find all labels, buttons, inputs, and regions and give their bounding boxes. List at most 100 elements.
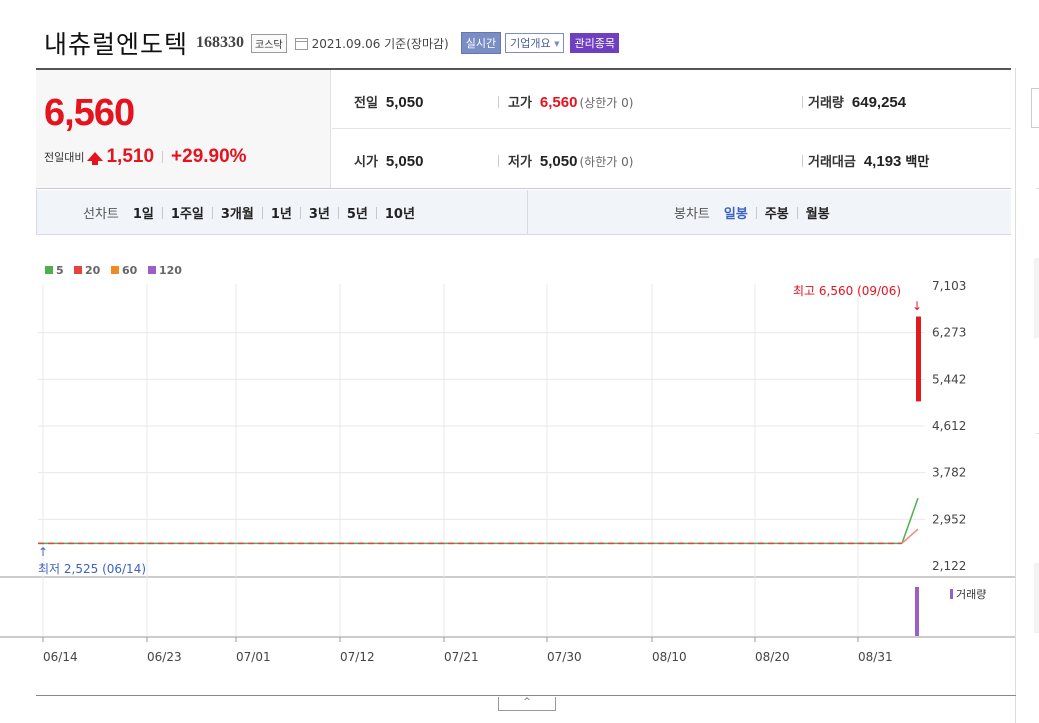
divider: [755, 206, 757, 219]
period-3y[interactable]: 3년: [309, 203, 330, 222]
divider: [261, 206, 263, 219]
up-arrow-icon: [87, 151, 104, 165]
legend-label: 5: [56, 264, 64, 277]
lower-limit-count: (하한가 0): [579, 155, 634, 169]
quote-row-2: 시가 5,050 저가 5,050 (하한가 0) 거래대금 4,193 백만: [332, 129, 1011, 188]
x-tick-label: 06/14: [43, 650, 78, 664]
divider: [211, 206, 213, 219]
volume-bar-0906: [915, 587, 919, 636]
legend-swatch: [111, 266, 119, 274]
line-chart-title: 선차트: [83, 207, 119, 222]
realtime-button[interactable]: 실시간: [460, 32, 502, 54]
change-value: 1,510: [106, 146, 155, 167]
quote-panel: 6,560 전일대비 1,510 +29.90% 전일 5,050 고가 6,5…: [36, 68, 1011, 189]
chart-grid: [0, 284, 1015, 638]
low-price: 저가 5,050 (하한가 0): [508, 151, 633, 170]
divider: [802, 155, 803, 167]
x-tick-label: 08/20: [755, 650, 790, 664]
divider: [161, 206, 163, 219]
period-3m[interactable]: 3개월: [221, 203, 254, 222]
legend-swatch: [74, 266, 82, 274]
trade-amount-value: 4,193: [863, 153, 902, 170]
y-tick-label: 6,273: [932, 326, 966, 340]
x-tick-label: 08/10: [652, 650, 687, 664]
volume-label: 거래량: [808, 96, 844, 111]
stock-header: 내츄럴엔도텍 168330 코스닥 2021.09.06 기준(장마감) 실시간…: [44, 28, 619, 59]
prev-close-value: 5,050: [385, 94, 424, 111]
low-annotation: 최저 2,525 (06/14): [38, 562, 146, 576]
y-tick-label: 5,442: [932, 372, 966, 386]
candle-monthly[interactable]: 월봉: [806, 203, 830, 222]
volume: 거래량 649,254: [808, 92, 906, 111]
high-price: 고가 6,560 (상한가 0): [508, 92, 633, 111]
prev-close-label: 전일: [354, 96, 378, 111]
volume-legend-marker: [950, 589, 953, 599]
market-badge: 코스닥: [251, 33, 287, 53]
volume-value: 649,254: [851, 94, 907, 111]
y-tick-label: 2,122: [932, 559, 966, 573]
candle-chart-title: 봉차트: [674, 207, 710, 222]
chevron-down-icon: ▼: [554, 40, 560, 48]
chart-legend: 5 20 60 120: [45, 264, 182, 277]
price-cell: 6,560 전일대비 1,510 +29.90%: [36, 70, 331, 188]
divider: [498, 155, 499, 167]
company-overview-label: 기업개요: [510, 37, 551, 50]
upper-limit-count: (상한가 0): [579, 96, 634, 110]
calendar-icon: [294, 38, 308, 50]
managed-stock-badge[interactable]: 관리종목: [570, 33, 619, 53]
current-price: 6,560: [44, 92, 135, 134]
period-10y[interactable]: 10년: [385, 203, 415, 222]
side-panel-block: [1034, 563, 1039, 633]
x-axis: 06/14 06/23 07/01 07/12 07/21 07/30 08/10 08/20…: [42, 637, 893, 664]
company-overview-button[interactable]: 기업개요 ▼: [505, 33, 565, 53]
divider: [299, 206, 301, 219]
y-tick-label: 2,952: [932, 512, 966, 526]
volume-legend-label: 거래량: [956, 588, 986, 601]
candle-0906: [916, 316, 921, 402]
period-5y[interactable]: 5년: [347, 203, 368, 222]
legend-label: 20: [85, 264, 101, 277]
candle-daily[interactable]: 일봉: [724, 203, 748, 222]
x-tick-label: 06/23: [147, 650, 182, 664]
divider: [796, 206, 798, 219]
change-rate: +29.90%: [171, 146, 247, 167]
low-value: 5,050: [539, 153, 578, 170]
divider: [337, 206, 339, 219]
x-tick-label: 07/12: [340, 650, 375, 664]
high-arrow: ↓: [912, 299, 922, 313]
y-tick-label: 7,103: [932, 279, 966, 293]
period-1w[interactable]: 1주일: [171, 203, 204, 222]
divider: [527, 190, 528, 234]
stock-name: 내츄럴엔도텍: [44, 30, 189, 59]
trade-amount-label: 거래대금: [808, 155, 856, 170]
legend-swatch: [148, 266, 156, 274]
x-tick-label: 07/01: [236, 650, 271, 664]
legend-label: 60: [122, 264, 138, 277]
divider: [498, 96, 499, 108]
stock-chart[interactable]: 5 20 60 120 7,103 6,273 5,442 4,612 3,782 2,952 2…: [0, 236, 1015, 676]
line-chart-options: 선차트 1일 1주일 3개월 1년 3년 5년 10년: [83, 203, 415, 222]
change-info: 전일대비 1,510 +29.90%: [44, 146, 247, 168]
divider: [802, 96, 803, 108]
change-label: 전일대비: [44, 151, 85, 164]
period-1y[interactable]: 1년: [271, 203, 292, 222]
high-value: 6,560: [539, 94, 578, 111]
side-panel: [1015, 68, 1039, 723]
side-panel-box: [1031, 88, 1039, 128]
collapse-toggle-button[interactable]: ^: [498, 697, 556, 711]
divider: [162, 151, 164, 163]
period-1d[interactable]: 1일: [133, 203, 154, 222]
open-label: 시가: [354, 155, 378, 170]
open-value: 5,050: [385, 153, 424, 170]
trade-amount-unit: 백만: [905, 155, 930, 170]
trade-amount: 거래대금 4,193 백만: [808, 151, 929, 170]
divider: [36, 695, 1016, 696]
legend-label: 120: [159, 264, 182, 277]
y-tick-label: 3,782: [932, 466, 966, 480]
x-tick-label: 08/31: [858, 650, 893, 664]
high-annotation: 최고 6,560 (09/06): [793, 284, 901, 298]
candle-weekly[interactable]: 주봉: [765, 203, 789, 222]
side-panel-block: [1034, 258, 1039, 338]
low-arrow: ↑: [38, 545, 48, 559]
divider: [375, 206, 377, 219]
